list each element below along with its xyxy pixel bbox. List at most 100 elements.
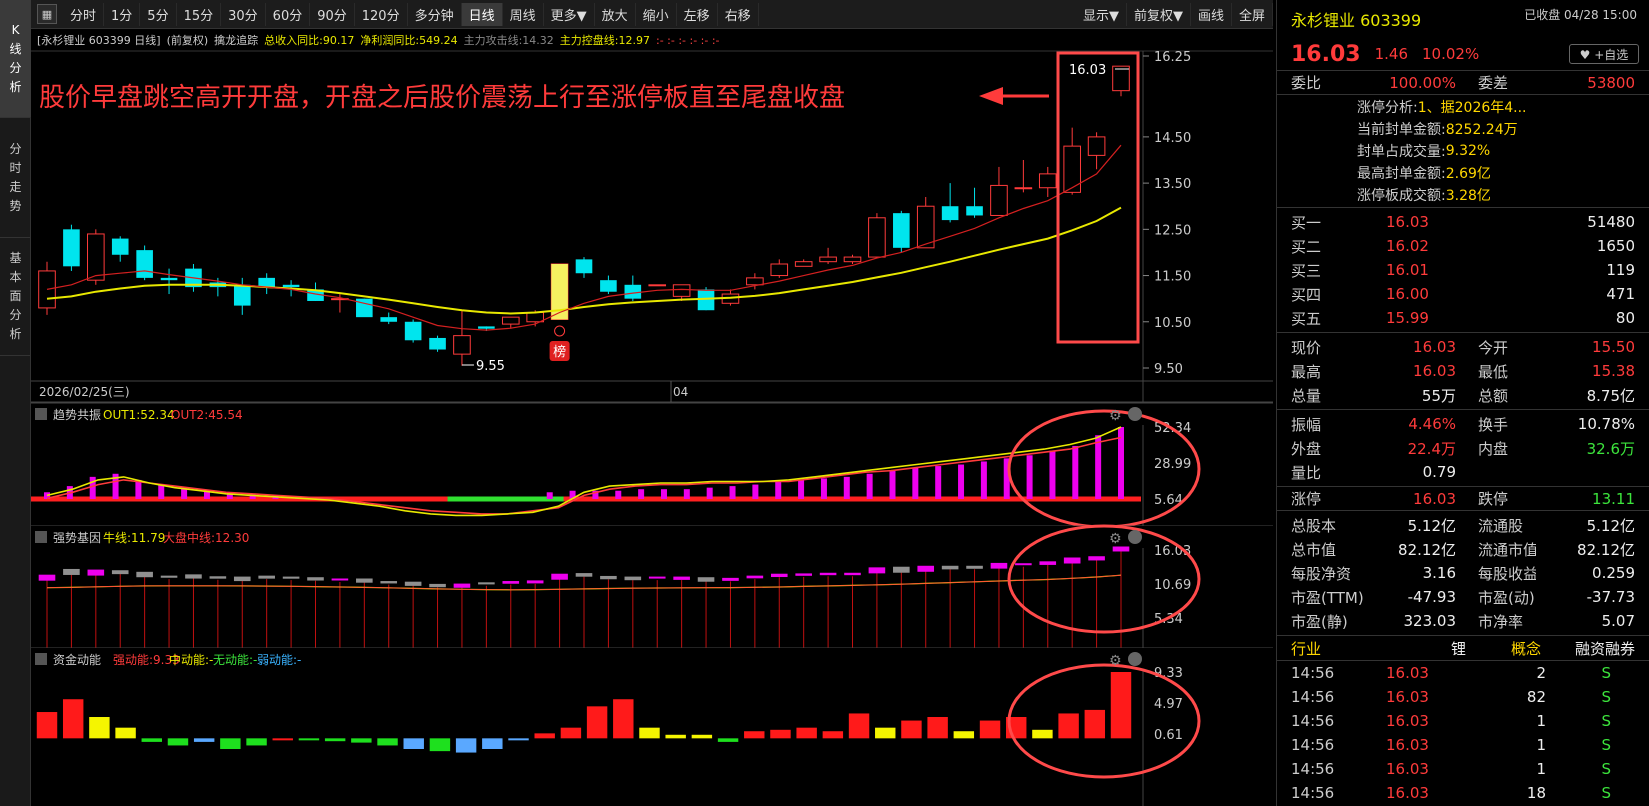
quote-row: 量比 0.79 xyxy=(1277,460,1649,484)
toolbar-button-15[interactable]: 右移 xyxy=(718,2,759,26)
ind1-bar xyxy=(1072,446,1079,499)
toolbar-button-0[interactable]: 分时 xyxy=(63,2,105,26)
grid-menu-icon[interactable]: ▦ xyxy=(37,4,57,24)
ind3-bar xyxy=(927,717,948,739)
toolbar-button-10[interactable]: 周线 xyxy=(503,2,544,26)
tab-industry[interactable]: 行业 xyxy=(1291,638,1386,659)
ind3-bar xyxy=(246,738,267,746)
toolbar-right-button-2[interactable]: 画线 xyxy=(1191,2,1232,26)
candle-body xyxy=(63,229,80,267)
close-icon xyxy=(1128,530,1142,544)
fund-value: 82.12亿 xyxy=(1398,540,1456,559)
ind3-bar xyxy=(744,731,765,739)
tab-margin[interactable]: 融资融券 xyxy=(1541,638,1635,659)
toolbar-right-button-3[interactable]: 全屏 xyxy=(1232,2,1273,26)
zt-value: 3.28亿 xyxy=(1445,188,1491,204)
ind2-block xyxy=(673,576,690,580)
fund-label: 市盈(TTM) xyxy=(1291,588,1364,607)
tick-volume: 1 xyxy=(1536,760,1546,778)
tab-industry-value[interactable]: 锂 xyxy=(1386,638,1466,659)
tick-time: 14:56 xyxy=(1291,712,1335,730)
ind2-block xyxy=(38,574,56,581)
fund-value: 5.12亿 xyxy=(1586,516,1635,535)
bid-row[interactable]: 买四 16.00 471 xyxy=(1277,282,1649,306)
toolbar-button-2[interactable]: 5分 xyxy=(140,2,177,26)
toolbar-button-1[interactable]: 1分 xyxy=(104,2,141,26)
ind2-axis-label: 10.69 xyxy=(1154,578,1191,593)
ind2-block xyxy=(1039,561,1057,565)
toolbar-button-3[interactable]: 15分 xyxy=(177,2,222,26)
ind2-block xyxy=(575,573,593,577)
tick-time: 14:56 xyxy=(1291,760,1335,778)
tab-concept[interactable]: 概念 xyxy=(1466,638,1541,659)
candle-body xyxy=(258,277,275,288)
quote-value: 4.46% xyxy=(1408,415,1456,433)
add-watchlist-button[interactable]: ♥ +自选 xyxy=(1569,44,1639,64)
ind2-block xyxy=(1063,557,1081,564)
fund-value: 82.12亿 xyxy=(1577,540,1635,559)
candle-body xyxy=(1087,136,1106,156)
chart-area[interactable]: [永杉锂业 603399 日线] (前复权) 擒龙追踪 总收入同比:90.17 … xyxy=(31,29,1273,806)
ind1-out2: OUT2:45.54 xyxy=(171,408,243,422)
quote-row: 总量 55万 总额 8.75亿 xyxy=(1277,383,1649,407)
ind3-bar xyxy=(901,720,922,739)
quote-row: 振幅 4.46% 换手 10.78% xyxy=(1277,412,1649,436)
ind2-block xyxy=(844,572,861,576)
candle-body xyxy=(794,261,813,267)
toolbar-button-12[interactable]: 放大 xyxy=(595,2,636,26)
tick-row: 14:56 16.03 18 S xyxy=(1277,781,1649,805)
ind3-bar xyxy=(351,738,372,743)
ind1-bar xyxy=(1026,455,1033,499)
ind2-block xyxy=(526,580,544,584)
toolbar-button-13[interactable]: 缩小 xyxy=(636,2,677,26)
nav-tab-2[interactable]: 基本面分析 xyxy=(0,238,31,356)
candle-body xyxy=(233,284,251,306)
nav-tab-0[interactable]: K线分析 xyxy=(0,0,31,118)
adjust-mode: (前复权) xyxy=(166,34,209,47)
toolbar-button-5[interactable]: 60分 xyxy=(266,2,311,26)
bid-row[interactable]: 买一 16.03 51480 xyxy=(1277,210,1649,234)
ind3-bar xyxy=(586,706,608,739)
tick-row: 14:56 16.03 2 S xyxy=(1277,661,1649,685)
ind3-bar xyxy=(272,738,293,741)
ind3-bar xyxy=(613,699,634,739)
candle-body xyxy=(38,270,56,309)
ind2-block xyxy=(746,575,764,579)
toolbar-button-14[interactable]: 左移 xyxy=(677,2,718,26)
indicator-name[interactable]: 擒龙追踪 xyxy=(214,32,258,48)
settings-icon: ⚙ xyxy=(1109,531,1122,547)
ind3-bar xyxy=(167,738,189,746)
candle-body xyxy=(111,238,129,255)
toolbar-right-button-1[interactable]: 前复权▼ xyxy=(1127,2,1191,26)
toolbar-button-11[interactable]: 更多▼ xyxy=(544,2,595,26)
kline-chart[interactable]: 16.25 14.50 13.50 12.50 11.50 10.50 9.50 2026/0… xyxy=(31,29,1273,806)
toolbar-button-4[interactable]: 30分 xyxy=(221,2,266,26)
ind1-bar xyxy=(980,461,987,499)
bid-book: 买一 16.03 51480 买二 16.02 1650 买三 16.01 119 买四 16.00… xyxy=(1277,207,1649,332)
ind3-bar xyxy=(403,738,424,750)
tick-time: 14:56 xyxy=(1291,664,1335,682)
tick-list[interactable]: 14:56 16.03 2 S 14:56 16.03 82 S 14:56 16.03 1 S 14:… xyxy=(1277,661,1649,805)
quote-label: 现价 xyxy=(1291,338,1322,357)
bid-row[interactable]: 买五 15.99 80 xyxy=(1277,306,1649,330)
ind3-bar xyxy=(377,738,398,746)
ind3-bar xyxy=(324,738,346,742)
toolbar-button-7[interactable]: 120分 xyxy=(355,2,408,26)
ind3-bar xyxy=(1084,709,1106,739)
ind2-block xyxy=(819,572,837,576)
bid-price: 16.01 xyxy=(1386,261,1429,279)
ind3-bar xyxy=(848,713,870,739)
candle-body xyxy=(746,277,764,286)
candle-body xyxy=(282,284,300,288)
fund-row: 总市值 82.12亿 流通市值 82.12亿 xyxy=(1277,537,1649,561)
candle-body xyxy=(1014,187,1033,190)
bid-row[interactable]: 买二 16.02 1650 xyxy=(1277,234,1649,258)
nav-tab-1[interactable]: 分时走势 xyxy=(0,118,31,238)
bid-row[interactable]: 买三 16.01 119 xyxy=(1277,258,1649,282)
toolbar-button-6[interactable]: 90分 xyxy=(310,2,355,26)
candle-body xyxy=(501,316,520,325)
toolbar-button-9[interactable]: 日线 xyxy=(461,2,503,26)
toolbar-right-button-0[interactable]: 显示▼ xyxy=(1076,2,1127,26)
ind3-bar xyxy=(482,738,503,750)
toolbar-button-8[interactable]: 多分钟 xyxy=(408,2,462,26)
